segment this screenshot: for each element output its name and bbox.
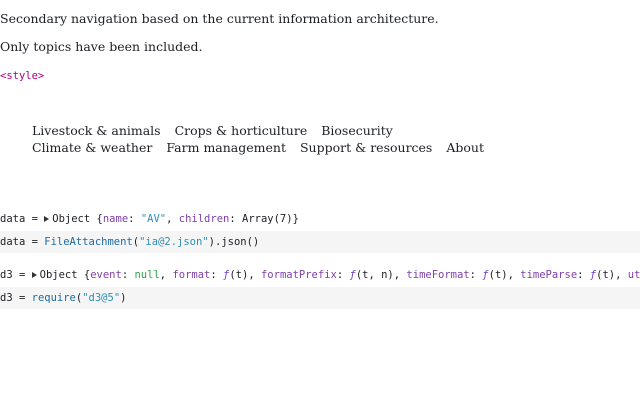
function-signature: (t) [596,269,616,281]
colon: : [121,269,135,281]
colon: : [469,269,483,281]
brace-open: { [77,269,91,281]
separator: , [507,269,521,281]
separator: , [615,269,628,281]
object-type: Object [52,213,91,225]
string-argument: "ia@2.json" [139,236,209,248]
function-name: require [31,292,76,304]
nav-link-crops-horticulture[interactable]: Crops & horticulture [175,122,308,139]
string-argument: "d3@5" [82,292,121,304]
cell-data-source[interactable]: data = FileAttachment("ia@2.json").json(… [0,231,640,253]
nav-link-livestock-animals[interactable]: Livestock & animals [32,122,161,139]
variable-name: data [0,236,26,248]
function-signature: (t, n) [355,269,394,281]
variable-name: d3 [0,269,13,281]
brace-close: } [292,213,299,225]
style-tag: <style> [0,70,45,82]
object-key: timeParse [520,269,578,281]
separator: , [248,269,261,281]
object-value: "AV" [140,213,167,225]
colon: : [128,213,141,225]
equals-sign: = [12,292,32,304]
nav-link-about[interactable]: About [446,139,484,156]
object-key: children [178,213,230,225]
nav-row-2: Climate & weather Farm management Support … [32,139,484,156]
object-key: format [172,269,211,281]
brace-open: { [90,213,103,225]
separator: , [393,269,407,281]
cell-d3-output[interactable]: d3 = Object {event: null, format: ƒ(t), … [0,264,640,286]
separator: , [166,213,179,225]
object-type: Object [39,269,78,281]
cell-d3-source[interactable]: d3 = require("d3@5") [0,287,640,309]
expand-triangle-icon[interactable] [31,272,37,278]
object-key: formatPrefix [260,269,337,281]
function-signature: (t) [488,269,508,281]
method-call: ).json() [208,236,260,248]
colon: : [336,269,350,281]
nav-link-biosecurity[interactable]: Biosecurity [321,122,393,139]
paren-close: ) [120,292,127,304]
variable-name: d3 [0,292,13,304]
expand-triangle-icon[interactable] [44,216,50,222]
object-key: event [90,269,122,281]
intro-note: Only topics have been included. [0,39,203,54]
equals-sign: = [25,213,45,225]
nav-link-climate-weather[interactable]: Climate & weather [32,139,152,156]
equals-sign: = [25,236,45,248]
nav-link-support-resources[interactable]: Support & resources [300,139,432,156]
nav-link-farm-management[interactable]: Farm management [166,139,286,156]
variable-name: data [0,213,26,225]
function-name: FileAttachment [44,236,133,248]
object-value: Array(7) [242,213,293,225]
separator: , [159,269,173,281]
nav-row-1: Livestock & animals Crops & horticulture B… [32,122,452,139]
cell-data-output[interactable]: data = Object {name: "AV", children: Arr… [0,208,640,230]
colon: : [577,269,590,281]
intro-text: Secondary navigation based on the curren… [0,11,439,26]
colon: : [210,269,224,281]
secondary-navigation: Livestock & animals Crops & horticulture B… [32,122,484,156]
object-value: null [134,269,160,281]
object-key: name [102,213,129,225]
function-signature: (t) [229,269,249,281]
object-key: timeFormat [406,269,470,281]
colon: : [229,213,242,225]
object-key: utcFormat [627,269,640,281]
equals-sign: = [12,269,32,281]
